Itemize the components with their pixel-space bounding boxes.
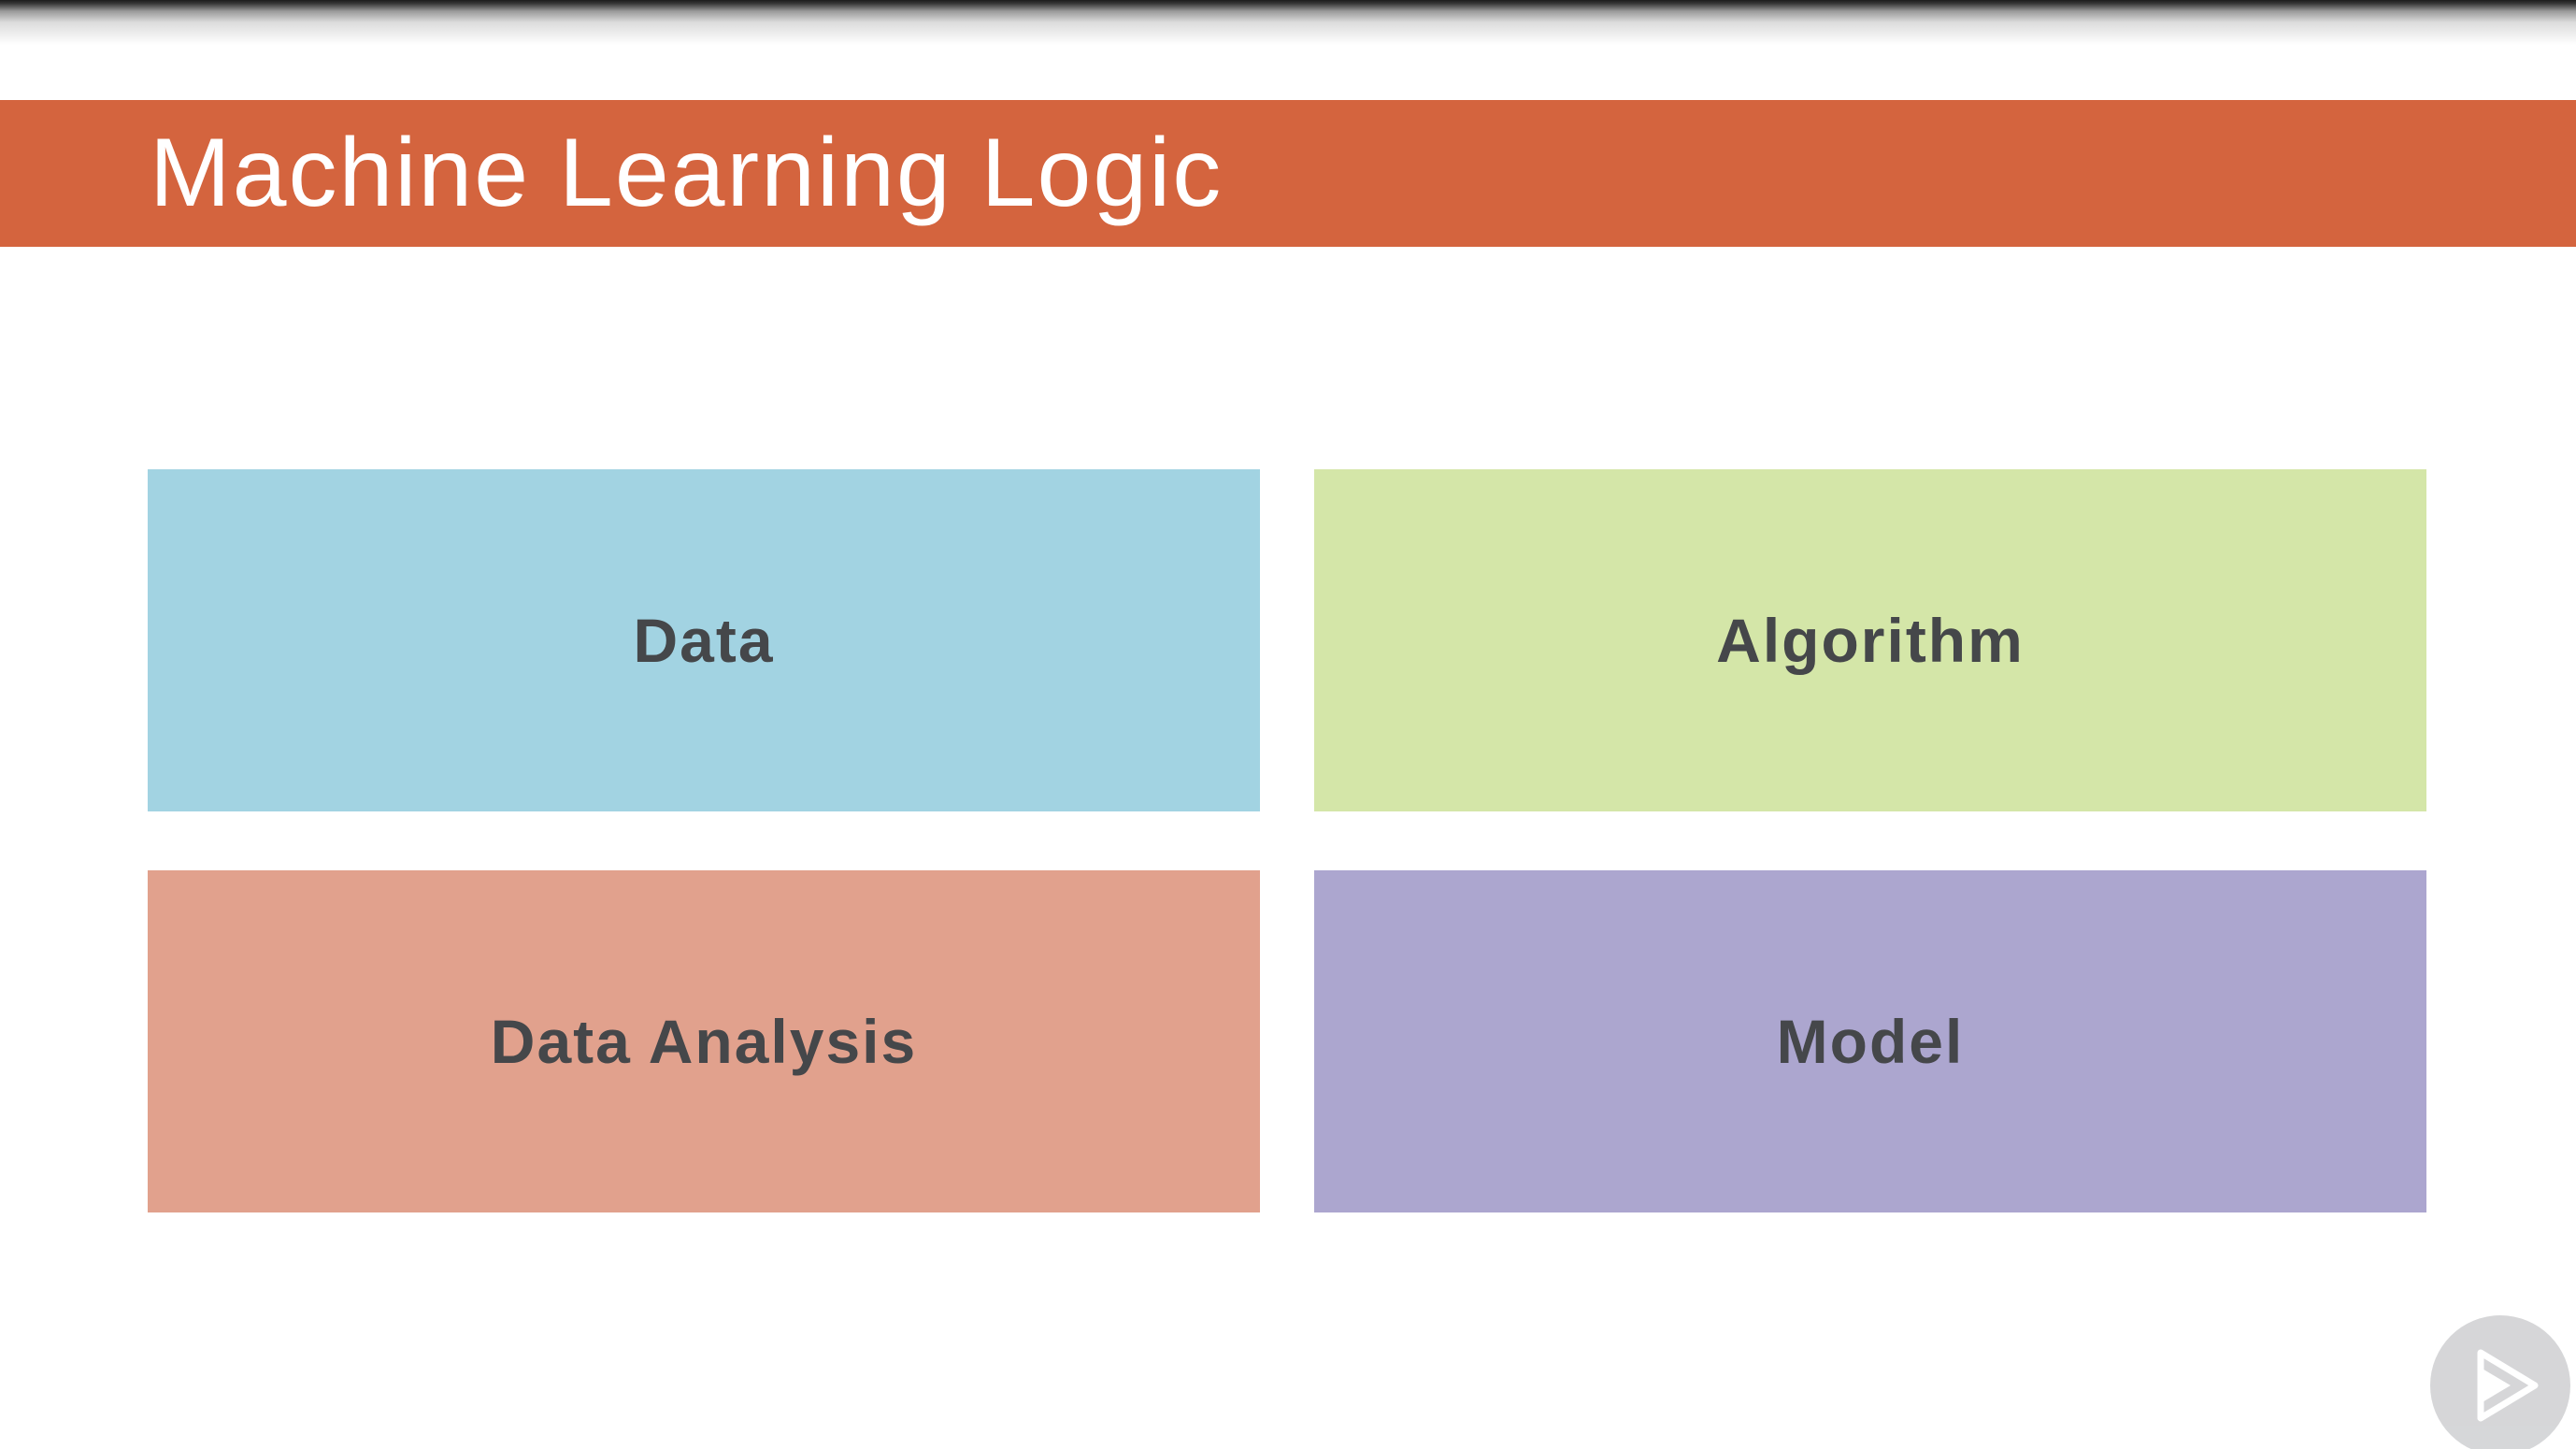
tile-model: Model (1314, 870, 2426, 1212)
tile-algorithm: Algorithm (1314, 469, 2426, 811)
tile-data: Data (148, 469, 1260, 811)
tile-label: Data (633, 606, 775, 675)
slide-title: Machine Learning Logic (150, 119, 1224, 227)
tile-data-analysis: Data Analysis (148, 870, 1260, 1212)
play-icon (2477, 1349, 2539, 1422)
tile-label: Algorithm (1716, 606, 2025, 675)
title-bar: Machine Learning Logic (0, 100, 2576, 247)
tile-label: Data Analysis (490, 1007, 918, 1076)
play-button[interactable] (2430, 1315, 2570, 1449)
top-shadow (0, 0, 2576, 45)
tile-label: Model (1776, 1007, 1965, 1076)
slide: Machine Learning Logic Data Algorithm Da… (0, 0, 2576, 1449)
